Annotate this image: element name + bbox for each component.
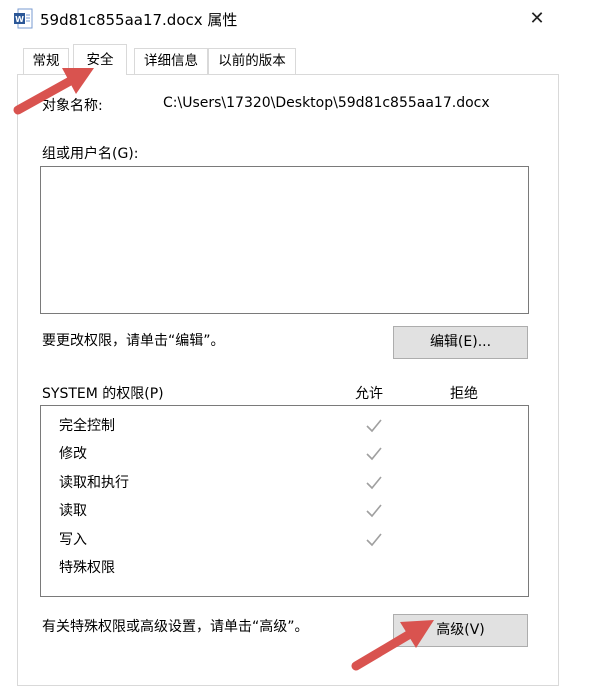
close-button[interactable]: ✕ — [522, 6, 552, 32]
allow-check-icon — [364, 530, 384, 550]
permission-name: 修改 — [59, 446, 87, 462]
group-or-user-label: 组或用户名(G): — [42, 146, 139, 162]
edit-button[interactable]: 编辑(E)... — [393, 326, 528, 359]
column-deny-header: 拒绝 — [450, 386, 478, 402]
permissions-list: 完全控制 修改 读取和执行 读取 写入 特殊权限 — [40, 405, 529, 597]
permission-name: 读取和执行 — [59, 475, 129, 491]
allow-check-icon — [364, 444, 384, 464]
object-name-value: C:\Users\17320\Desktop\59d81c855aa17.doc… — [163, 95, 490, 111]
tab-details[interactable]: 详细信息 — [134, 48, 208, 74]
column-allow-header: 允许 — [355, 386, 383, 402]
svg-text:W: W — [15, 15, 24, 24]
word-doc-icon: W — [13, 8, 33, 30]
group-user-list[interactable] — [40, 166, 529, 314]
tab-previous-versions[interactable]: 以前的版本 — [208, 48, 296, 74]
edit-hint-text: 要更改权限，请单击“编辑”。 — [42, 333, 225, 349]
allow-check-icon — [364, 473, 384, 493]
permissions-title: SYSTEM 的权限(P) — [42, 386, 164, 402]
permission-name: 特殊权限 — [59, 560, 115, 576]
window-title: 59d81c855aa17.docx 属性 — [40, 11, 238, 29]
advanced-hint-text: 有关特殊权限或高级设置，请单击“高级”。 — [42, 619, 309, 635]
allow-check-icon — [364, 416, 384, 436]
permission-name: 读取 — [59, 503, 87, 519]
arrow-annotation-icon — [13, 68, 94, 115]
permission-name: 写入 — [59, 532, 87, 548]
permission-name: 完全控制 — [59, 418, 115, 434]
arrow-annotation-icon — [351, 620, 434, 671]
allow-check-icon — [364, 501, 384, 521]
